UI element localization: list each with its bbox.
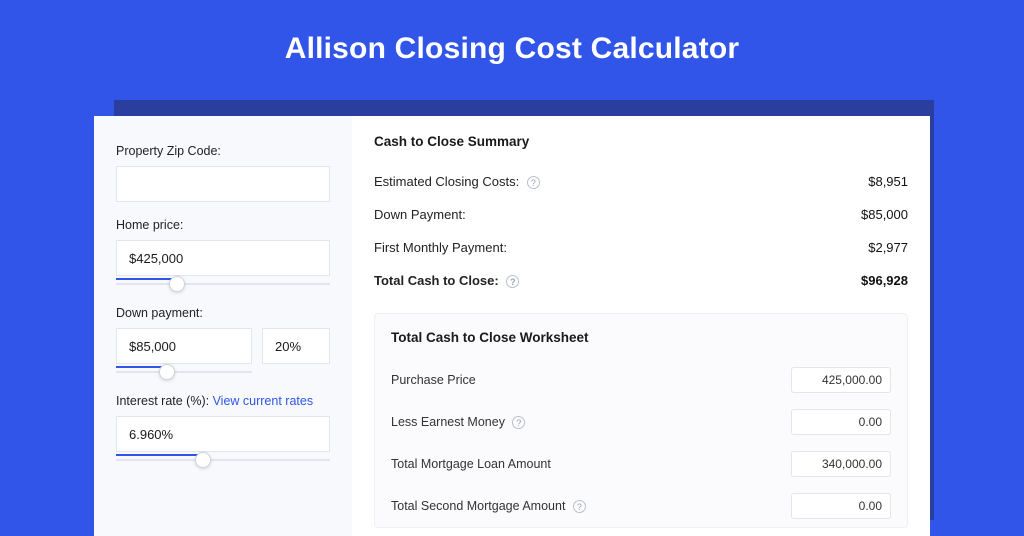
calculator-card: Property Zip Code: Home price: Down paym…	[94, 116, 930, 536]
summary-total-label-text: Total Cash to Close:	[374, 273, 499, 288]
summary-section: Cash to Close Summary Estimated Closing …	[374, 134, 908, 303]
down-payment-input[interactable]	[116, 328, 252, 364]
worksheet-row-label-text: Less Earnest Money	[391, 415, 505, 429]
worksheet-row: Total Mortgage Loan Amount	[391, 443, 891, 485]
home-price-slider-fill	[116, 278, 174, 280]
worksheet-row-label: Total Mortgage Loan Amount	[391, 457, 551, 471]
hero: Allison Closing Cost Calculator	[0, 0, 1024, 92]
summary-total-label: Total Cash to Close: ?	[374, 273, 519, 288]
home-price-slider[interactable]	[116, 283, 330, 285]
worksheet-row: Total Second Mortgage Amount ?	[391, 485, 891, 527]
help-icon[interactable]: ?	[573, 500, 586, 513]
worksheet-row-label: Total Second Mortgage Amount ?	[391, 499, 586, 513]
interest-slider[interactable]	[116, 459, 330, 461]
help-icon[interactable]: ?	[512, 416, 525, 429]
help-icon[interactable]: ?	[527, 176, 540, 189]
worksheet-row-label: Purchase Price	[391, 373, 476, 387]
down-payment-field: Down payment:	[116, 306, 330, 378]
worksheet-row: Less Earnest Money ?	[391, 401, 891, 443]
interest-field: Interest rate (%): View current rates	[116, 394, 330, 466]
help-icon[interactable]: ?	[506, 275, 519, 288]
home-price-field: Home price:	[116, 218, 330, 290]
view-rates-link[interactable]: View current rates	[213, 394, 314, 408]
interest-input[interactable]	[116, 416, 330, 452]
worksheet-title: Total Cash to Close Worksheet	[391, 330, 891, 345]
summary-row: Estimated Closing Costs: ? $8,951	[374, 165, 908, 198]
summary-row: First Monthly Payment: $2,977	[374, 231, 908, 264]
worksheet-value-input[interactable]	[791, 409, 891, 435]
interest-slider-fill	[116, 454, 202, 456]
summary-row-value: $2,977	[868, 240, 908, 255]
down-payment-slider[interactable]	[116, 371, 252, 373]
summary-title: Cash to Close Summary	[374, 134, 908, 149]
interest-label-text: Interest rate (%):	[116, 394, 213, 408]
interest-label: Interest rate (%): View current rates	[116, 394, 330, 408]
down-payment-pct-input[interactable]	[262, 328, 330, 364]
summary-row: Down Payment: $85,000	[374, 198, 908, 231]
zip-input[interactable]	[116, 166, 330, 202]
page-title: Allison Closing Cost Calculator	[0, 32, 1024, 66]
summary-row-label: First Monthly Payment:	[374, 240, 507, 255]
worksheet-value-input[interactable]	[791, 367, 891, 393]
down-payment-label: Down payment:	[116, 306, 330, 320]
results-panel: Cash to Close Summary Estimated Closing …	[352, 116, 930, 536]
inputs-panel: Property Zip Code: Home price: Down paym…	[94, 116, 352, 536]
summary-total-value: $96,928	[861, 273, 908, 288]
summary-row-value: $85,000	[861, 207, 908, 222]
worksheet-row-label: Less Earnest Money ?	[391, 415, 525, 429]
worksheet-value-input[interactable]	[791, 493, 891, 519]
worksheet-section: Total Cash to Close Worksheet Purchase P…	[374, 313, 908, 528]
zip-label: Property Zip Code:	[116, 144, 330, 158]
summary-row-value: $8,951	[868, 174, 908, 189]
down-payment-slider-fill	[116, 366, 165, 368]
summary-row-label-text: Estimated Closing Costs:	[374, 174, 519, 189]
zip-field: Property Zip Code:	[116, 144, 330, 202]
summary-row-label: Estimated Closing Costs: ?	[374, 174, 540, 189]
home-price-label: Home price:	[116, 218, 330, 232]
worksheet-row: Purchase Price	[391, 359, 891, 401]
worksheet-value-input[interactable]	[791, 451, 891, 477]
summary-total-row: Total Cash to Close: ? $96,928	[374, 264, 908, 297]
summary-row-label: Down Payment:	[374, 207, 466, 222]
worksheet-row-label-text: Total Second Mortgage Amount	[391, 499, 565, 513]
home-price-input[interactable]	[116, 240, 330, 276]
